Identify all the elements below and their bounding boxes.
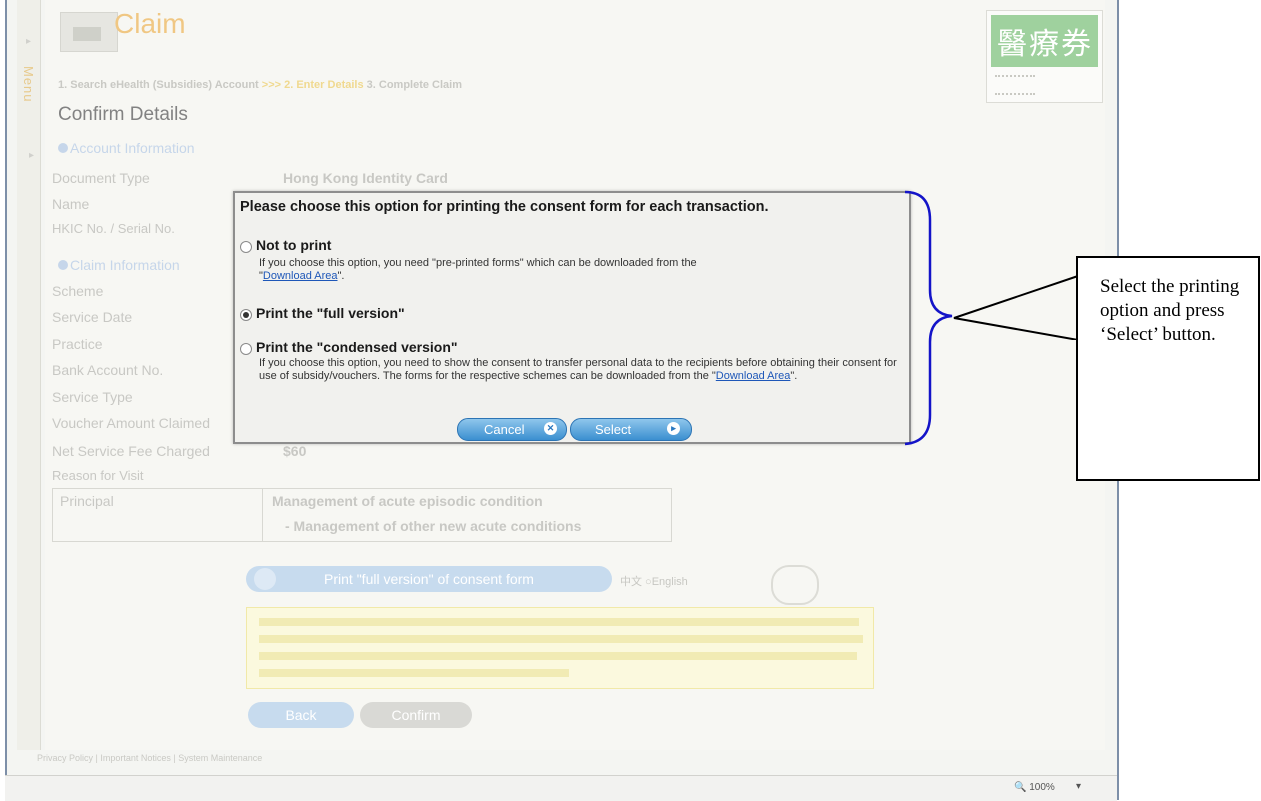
declaration-text-line xyxy=(259,618,859,626)
menu-label[interactable]: Menu xyxy=(20,66,36,103)
annotation-callout: Select the printing option and press ‘Se… xyxy=(1076,256,1260,481)
zoom-value: 100% xyxy=(1029,782,1055,793)
annotation-text: Select the printing option and press ‘Se… xyxy=(1100,276,1240,345)
printer-settings-icon[interactable] xyxy=(771,565,819,605)
account-section-label: Account Information xyxy=(70,140,195,156)
badge-text: 醫療券 xyxy=(997,28,1093,61)
back-button[interactable]: Back xyxy=(248,702,354,728)
claim-logo-icon xyxy=(60,12,118,52)
download-area-link[interactable]: Download Area xyxy=(263,270,338,282)
claim-section-heading: Claim Information xyxy=(58,257,180,273)
cancel-label: Cancel xyxy=(484,422,525,437)
badge-lines xyxy=(995,75,1035,95)
dialog-title: Please choose this option for printing t… xyxy=(240,199,769,215)
zoom-level[interactable]: 🔍 100% xyxy=(1014,782,1055,793)
field-label: Practice xyxy=(52,336,103,352)
field-label: Service Type xyxy=(52,389,133,405)
option-description-text: If you choose this option, you need to s… xyxy=(259,357,897,382)
print-option-dialog: Please choose this option for printing t… xyxy=(233,191,911,444)
app-title: Claim xyxy=(114,8,186,39)
declaration-text-line xyxy=(259,652,857,660)
back-label: Back xyxy=(285,707,317,723)
option-label[interactable]: Print the "full version" xyxy=(256,305,405,321)
side-menu[interactable]: Menu xyxy=(17,0,41,750)
option-description: If you choose this option, you need to s… xyxy=(259,357,897,382)
document-type-label: Document Type xyxy=(52,170,150,186)
document-type-value: Hong Kong Identity Card xyxy=(283,170,448,186)
reason-sub: - Management of other new acute conditio… xyxy=(285,518,582,534)
select-label: Select xyxy=(595,422,632,437)
pointer-line xyxy=(953,275,1079,340)
confirm-button[interactable]: Confirm xyxy=(360,702,472,728)
radio-full-version[interactable] xyxy=(240,309,252,321)
print-full-version-button[interactable]: Print "full version" of consent form xyxy=(246,566,612,592)
net-fee-value: $60 xyxy=(283,443,307,459)
section-bullet-icon xyxy=(58,143,68,153)
hkic-label: HKIC No. / Serial No. xyxy=(52,221,175,236)
chevron-right-icon: ▸ xyxy=(26,36,32,47)
field-label: Service Date xyxy=(52,309,133,325)
account-section-heading: Account Information xyxy=(58,140,195,156)
download-area-link[interactable]: Download Area xyxy=(716,370,791,382)
declaration-box xyxy=(246,607,874,689)
section-bullet-icon xyxy=(58,260,68,270)
field-label: Scheme xyxy=(52,283,104,299)
printer-icon xyxy=(254,568,276,590)
footer-links[interactable]: Privacy Policy | Important Notices | Sys… xyxy=(37,753,262,763)
name-label: Name xyxy=(52,196,90,212)
confirm-label: Confirm xyxy=(391,707,441,723)
step-1: 1. Search eHealth (Subsidies) Account xyxy=(58,79,259,91)
field-label: Net Service Fee Charged xyxy=(52,443,210,459)
radio-condensed-version[interactable] xyxy=(240,343,252,355)
chevron-right-icon: ▸ xyxy=(29,150,35,161)
chevron-down-icon[interactable]: ▾ xyxy=(1076,781,1081,792)
table-divider xyxy=(262,489,263,541)
annotation-pointer xyxy=(953,275,1079,340)
select-button[interactable]: Select ▸ xyxy=(570,418,692,441)
language-options[interactable]: 中文 ○English xyxy=(620,573,688,589)
field-label: Reason for Visit xyxy=(52,468,144,483)
declaration-text-line xyxy=(259,635,863,643)
breadcrumb: 1. Search eHealth (Subsidies) Account >>… xyxy=(58,79,462,91)
field-label: Voucher Amount Claimed xyxy=(52,415,210,431)
option-description-text: If you choose this option, you need "pre… xyxy=(259,257,697,269)
health-care-voucher-logo: 醫療券 xyxy=(986,10,1103,103)
close-icon: ✕ xyxy=(544,422,557,435)
print-full-version-label: Print "full version" of consent form xyxy=(324,571,534,587)
step-2: 2. Enter Details xyxy=(284,79,364,91)
reason-type: Principal xyxy=(60,493,114,509)
status-bar xyxy=(5,775,1117,801)
radio-not-to-print[interactable] xyxy=(240,241,252,253)
cancel-button[interactable]: Cancel ✕ xyxy=(457,418,567,441)
arrow-right-icon: ▸ xyxy=(667,422,680,435)
reason-main: Management of acute episodic condition xyxy=(272,493,543,509)
option-description: If you choose this option, you need "pre… xyxy=(259,257,697,282)
field-label: Bank Account No. xyxy=(52,362,164,378)
claim-section-label: Claim Information xyxy=(70,257,180,273)
declaration-text-line xyxy=(259,669,569,677)
option-label[interactable]: Print the "condensed version" xyxy=(256,339,458,355)
option-label[interactable]: Not to print xyxy=(256,237,331,253)
page-title: Confirm Details xyxy=(58,104,188,125)
step-arrows: >>> xyxy=(261,79,282,91)
step-3: 3. Complete Claim xyxy=(366,79,463,91)
